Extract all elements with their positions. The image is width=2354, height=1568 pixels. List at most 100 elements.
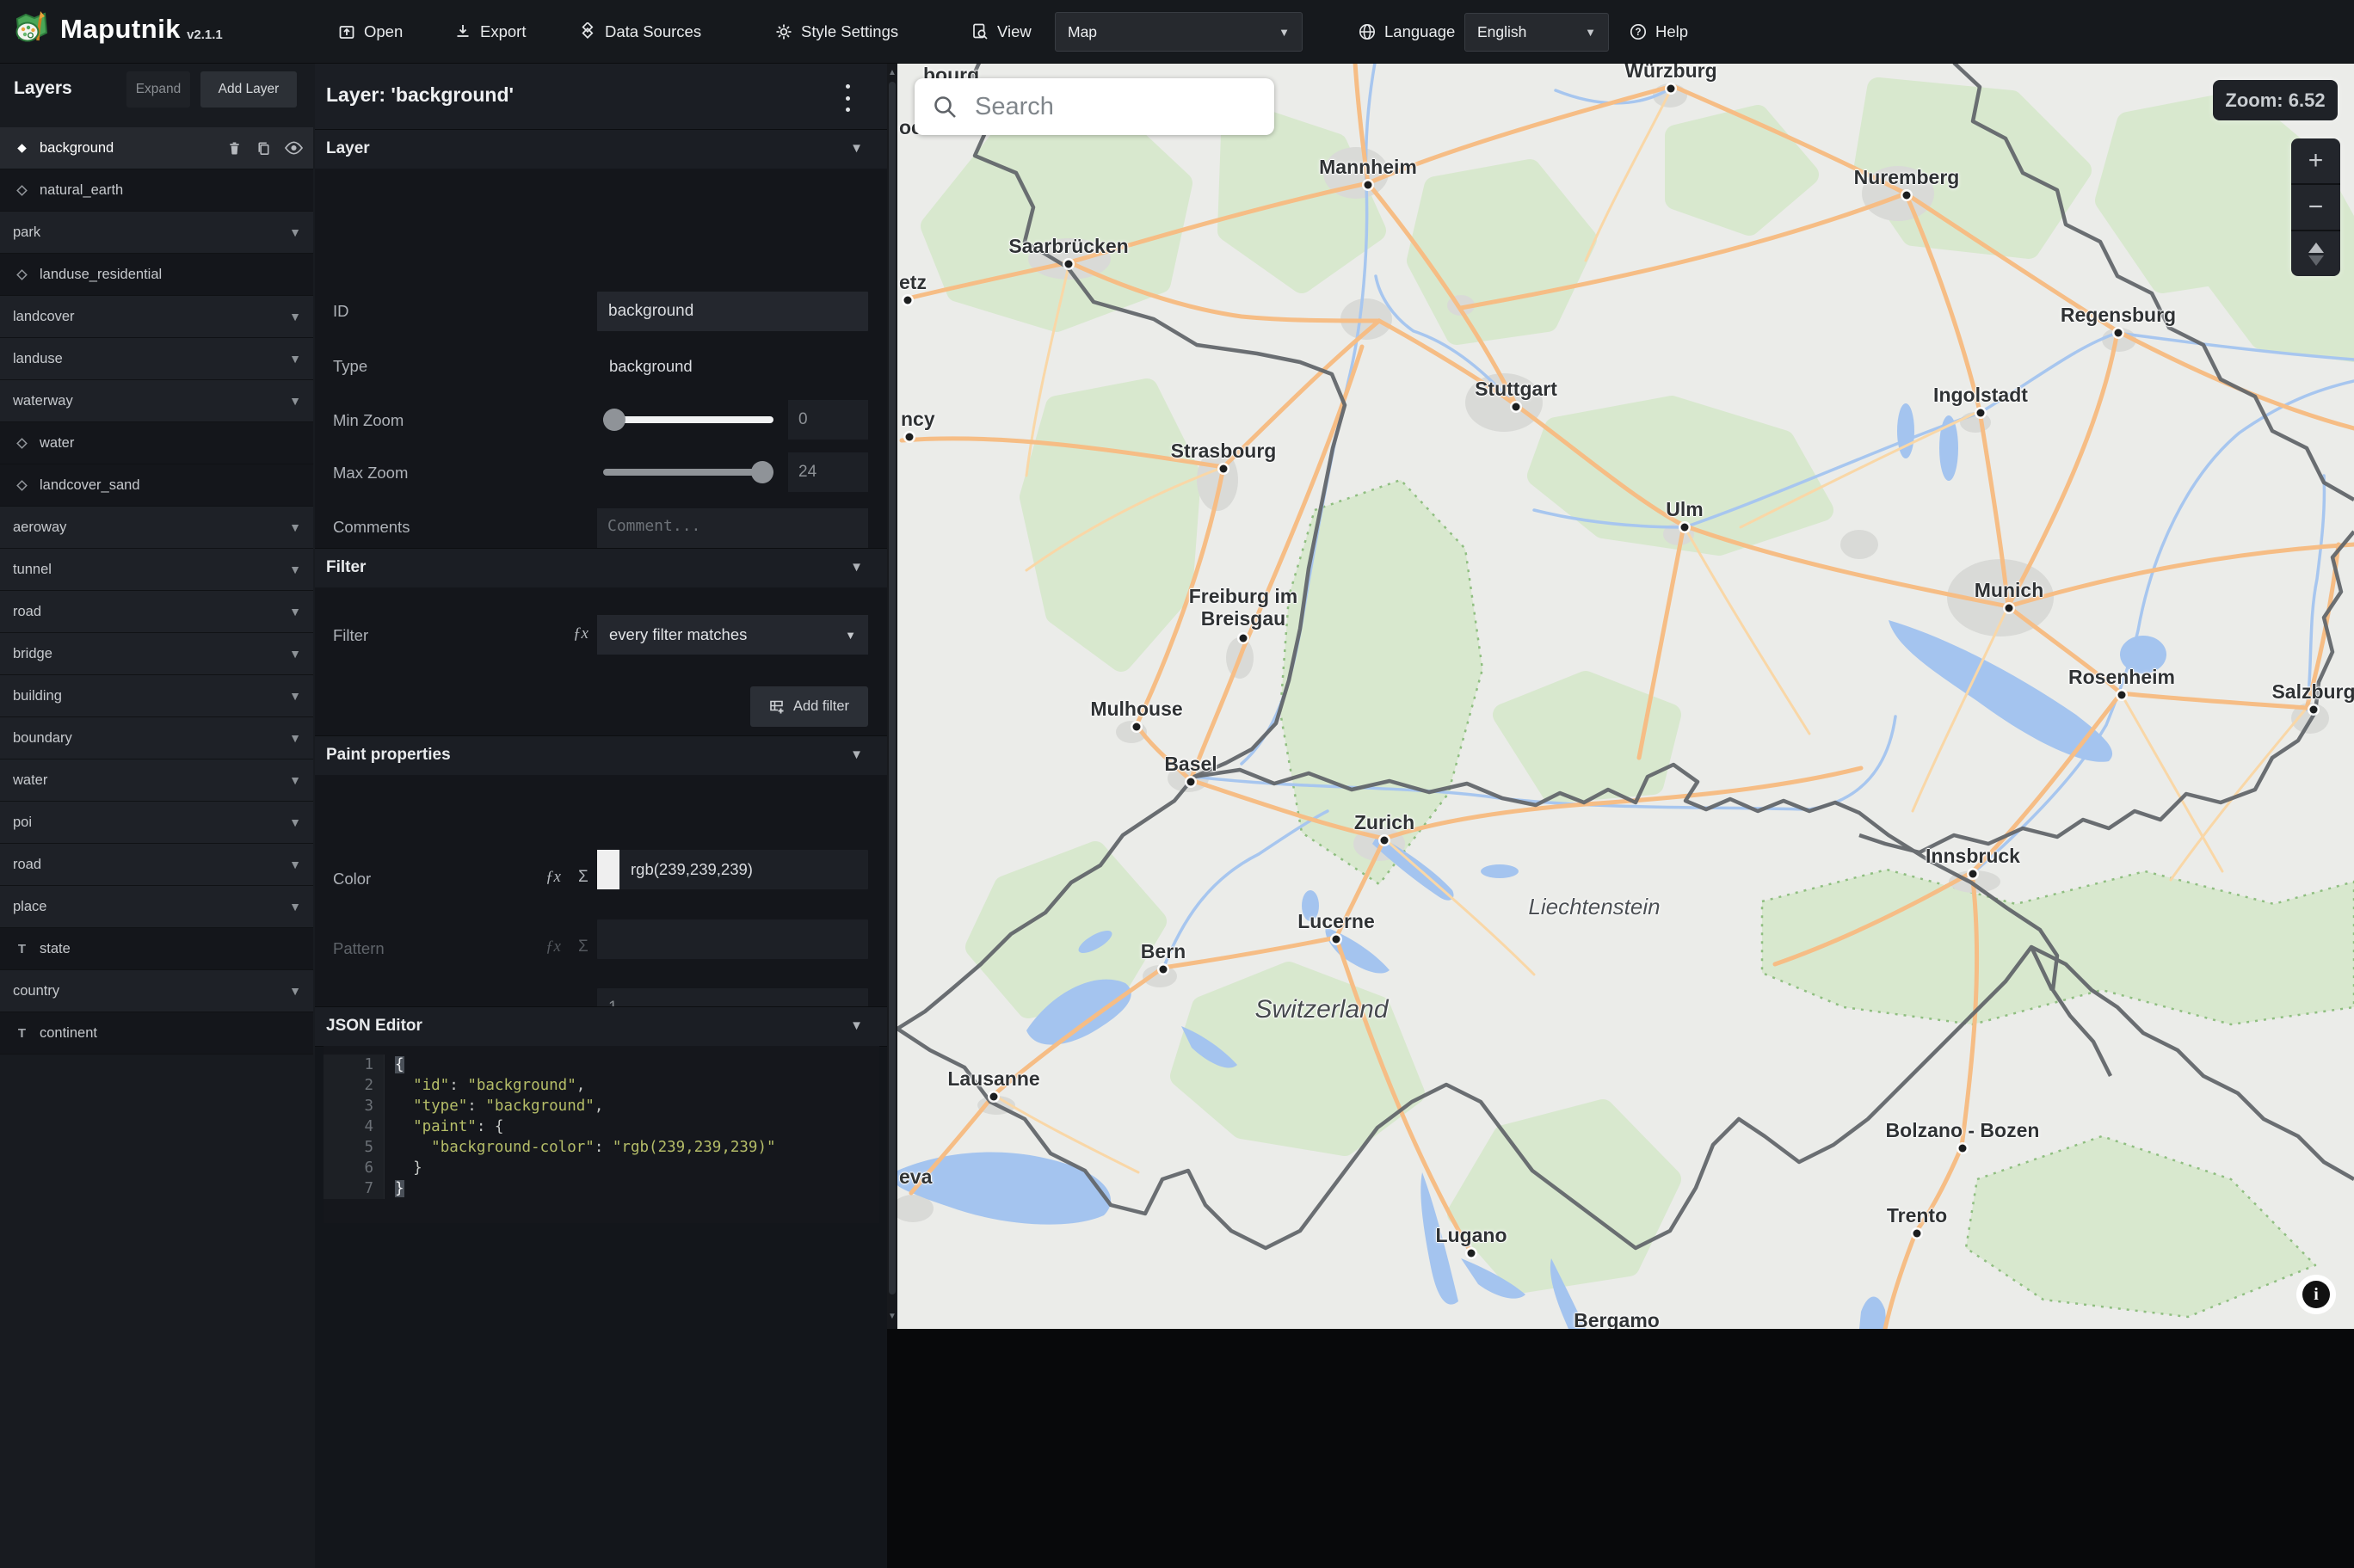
chevron-down-icon: ▼ (289, 520, 301, 534)
chevron-down-icon: ▼ (1585, 26, 1596, 39)
filter-section-fields: Filter ƒx every filter matches ▼ Add fil… (315, 587, 887, 735)
layer-group-place[interactable]: place ▼ (0, 886, 313, 928)
attribution-info-button[interactable]: i (2296, 1275, 2336, 1314)
layer-item-natural_earth[interactable]: natural_earth (0, 169, 313, 212)
layer-group-road[interactable]: road ▼ (0, 591, 313, 633)
chevron-down-icon: ▼ (289, 858, 301, 871)
layer-item-landcover_sand[interactable]: landcover_sand (0, 464, 313, 507)
layer-section-fields: ID Type background Min Zoom Max Zoom Com… (315, 169, 887, 632)
layer-group-boundary[interactable]: boundary ▼ (0, 717, 313, 759)
open-menu-item[interactable]: Open (337, 0, 403, 63)
editor-title: Layer: 'background' (326, 83, 514, 106)
json-code-editor[interactable]: 1{2 "id": "background", 3 "type": "backgr… (324, 1046, 879, 1223)
editor-scrollbar[interactable]: ▲ ▼ (887, 63, 897, 1329)
comments-label: Comments (333, 518, 410, 536)
layer-group-poi[interactable]: poi ▼ (0, 802, 313, 844)
scroll-up-icon[interactable]: ▲ (887, 68, 897, 77)
layers-list: background natural_earth park ▼ landuse_resi… (0, 127, 313, 1055)
type-label: Type (333, 357, 368, 375)
layer-item-background[interactable]: background (0, 127, 313, 169)
layer-group-waterway[interactable]: waterway ▼ (0, 380, 313, 422)
min-zoom-slider[interactable] (603, 409, 773, 431)
add-layer-button[interactable]: Add Layer (200, 71, 297, 108)
maputnik-logo-icon (15, 11, 48, 42)
expand-button[interactable]: Expand (126, 71, 190, 108)
text-layer-icon: T (17, 941, 27, 956)
json-code: 1{2 "id": "background", 3 "type": "backgr… (324, 1055, 879, 1199)
chevron-down-icon: ▼ (289, 647, 301, 661)
json-line: 3 "type": "background", (324, 1096, 879, 1116)
app-version: v2.1.1 (187, 27, 223, 42)
pattern-field[interactable] (597, 919, 868, 959)
chevron-down-icon: ▼ (289, 900, 301, 913)
function-icon[interactable]: ƒx (573, 624, 588, 643)
zoom-out-button[interactable]: − (2291, 185, 2340, 231)
filter-combiner-select[interactable]: every filter matches ▼ (597, 615, 868, 655)
chevron-down-icon: ▼ (289, 605, 301, 618)
id-label: ID (333, 302, 349, 320)
maputnik-app: Maputnik v2.1.1 Open Export Data Sources… (0, 0, 2354, 1568)
zoom-in-button[interactable]: + (2291, 138, 2340, 185)
help-icon: ? (1630, 23, 1647, 40)
layer-group-road[interactable]: road ▼ (0, 844, 313, 886)
layer-group-park[interactable]: park ▼ (0, 212, 313, 254)
section-header-paint[interactable]: Paint properties ▼ (315, 735, 887, 776)
layer-group-landuse[interactable]: landuse ▼ (0, 338, 313, 380)
scrollbar-thumb[interactable] (889, 82, 896, 1294)
style-settings-menu-item[interactable]: Style Settings (774, 0, 898, 63)
chevron-down-icon: ▼ (850, 747, 863, 762)
chevron-down-icon: ▼ (1279, 25, 1290, 39)
data-sources-menu-item[interactable]: Data Sources (578, 0, 701, 63)
json-line: 4 "paint": { (324, 1116, 879, 1137)
layers-panel-header: Layers Expand Add Layer (0, 63, 315, 120)
layer-group-aeroway[interactable]: aeroway ▼ (0, 507, 313, 549)
pattern-label: Pattern (333, 939, 385, 957)
function-icon[interactable]: ƒx (545, 868, 561, 887)
help-menu-item[interactable]: ? Help (1629, 0, 1688, 63)
chevron-down-icon: ▼ (850, 1018, 863, 1033)
delete-layer-icon[interactable] (226, 140, 243, 157)
layer-item-state[interactable]: Tstate (0, 928, 313, 970)
max-zoom-label: Max Zoom (333, 464, 409, 482)
visibility-icon[interactable] (285, 141, 303, 155)
gear-icon (776, 24, 792, 39)
search-box[interactable] (915, 78, 1274, 135)
color-swatch[interactable] (597, 850, 619, 889)
section-header-json-editor[interactable]: JSON Editor ▼ (315, 1006, 887, 1047)
kebab-menu-icon[interactable] (839, 82, 856, 114)
view-select[interactable]: Map ▼ (1055, 12, 1303, 52)
duplicate-layer-icon[interactable] (256, 140, 272, 157)
layer-group-tunnel[interactable]: tunnel ▼ (0, 549, 313, 591)
max-zoom-slider[interactable] (603, 461, 773, 483)
chevron-down-icon: ▼ (289, 731, 301, 745)
id-field[interactable] (597, 292, 868, 331)
chevron-down-icon: ▼ (850, 560, 863, 575)
top-bar: Maputnik v2.1.1 Open Export Data Sources… (0, 0, 2354, 64)
color-field[interactable] (619, 850, 868, 889)
layer-group-country[interactable]: country ▼ (0, 970, 313, 1012)
section-header-filter[interactable]: Filter ▼ (315, 548, 887, 588)
export-menu-item[interactable]: Export (453, 0, 526, 63)
view-icon (973, 23, 988, 40)
search-input[interactable] (973, 91, 1235, 122)
json-line: 1{ (324, 1055, 879, 1075)
min-zoom-value[interactable] (788, 400, 868, 440)
layer-group-water[interactable]: water ▼ (0, 759, 313, 802)
layer-group-bridge[interactable]: bridge ▼ (0, 633, 313, 675)
max-zoom-value[interactable] (788, 452, 868, 492)
view-menu-item[interactable]: View (971, 0, 1032, 63)
layer-group-building[interactable]: building ▼ (0, 675, 313, 717)
layer-item-landuse_residential[interactable]: landuse_residential (0, 254, 313, 296)
layer-item-continent[interactable]: Tcontinent (0, 1012, 313, 1055)
layer-item-water[interactable]: water (0, 422, 313, 464)
zoom-style-icon[interactable]: Σ (578, 868, 588, 887)
layer-group-landcover[interactable]: landcover ▼ (0, 296, 313, 338)
language-select[interactable]: English ▼ (1464, 13, 1609, 52)
add-filter-button[interactable]: Add filter (750, 686, 868, 727)
section-header-layer[interactable]: Layer ▼ (315, 129, 887, 169)
compass-button[interactable] (2291, 231, 2340, 276)
map-canvas[interactable]: Würzburg Mannheim Nuremberg Saarbrücken Rege… (897, 63, 2354, 1329)
min-zoom-label: Min Zoom (333, 411, 404, 429)
export-icon (457, 24, 469, 37)
scroll-down-icon[interactable]: ▼ (887, 1312, 897, 1321)
